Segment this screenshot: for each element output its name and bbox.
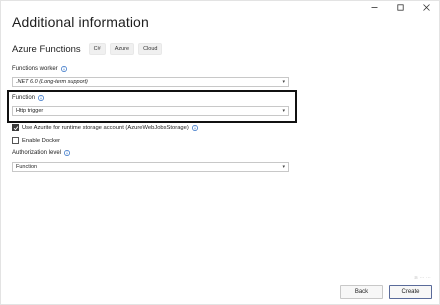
tag-project-type: Cloud bbox=[138, 43, 163, 55]
authorization-level-value: Function bbox=[16, 164, 38, 170]
enable-docker-row[interactable]: Enable Docker bbox=[12, 137, 60, 144]
info-icon[interactable] bbox=[191, 124, 198, 131]
minimize-button[interactable] bbox=[361, 1, 387, 13]
chevron-down-icon: ▾ bbox=[282, 164, 285, 170]
window-controls bbox=[361, 1, 439, 15]
watermark: ≳ ⋯ ⋯ bbox=[414, 275, 431, 281]
authorization-level-dropdown[interactable]: Function ▾ bbox=[12, 162, 289, 172]
tag-platform: Azure bbox=[109, 43, 135, 55]
dialog-title: Additional information bbox=[12, 14, 149, 30]
functions-worker-label: Functions worker bbox=[12, 66, 58, 72]
minimize-icon bbox=[371, 6, 377, 8]
tag-language: C# bbox=[88, 43, 106, 55]
authorization-level-label: Authorization level bbox=[12, 150, 62, 156]
functions-worker-dropdown[interactable]: .NET 6.0 (Long-term support) ▾ bbox=[12, 77, 289, 87]
use-azurite-checkbox[interactable] bbox=[12, 124, 19, 131]
functions-worker-value: .NET 6.0 (Long-term support) bbox=[16, 79, 88, 85]
chevron-down-icon: ▾ bbox=[282, 108, 285, 114]
template-name: Azure Functions bbox=[12, 43, 81, 55]
functions-worker-label-row: Functions worker bbox=[12, 66, 67, 72]
enable-docker-checkbox[interactable] bbox=[12, 137, 19, 144]
use-azurite-row[interactable]: Use Azurite for runtime storage account … bbox=[12, 124, 198, 131]
info-icon[interactable] bbox=[60, 66, 67, 72]
checkmark-icon bbox=[13, 125, 18, 130]
create-button[interactable]: Create bbox=[389, 285, 432, 299]
chevron-down-icon: ▾ bbox=[282, 79, 285, 85]
use-azurite-label: Use Azurite for runtime storage account … bbox=[22, 124, 189, 131]
info-icon[interactable] bbox=[64, 150, 70, 156]
maximize-button[interactable] bbox=[387, 1, 413, 13]
maximize-icon bbox=[396, 3, 404, 11]
function-label-row: Function bbox=[12, 95, 44, 101]
function-dropdown[interactable]: Http trigger ▾ bbox=[12, 106, 289, 116]
close-button[interactable] bbox=[413, 1, 439, 13]
back-button[interactable]: Back bbox=[340, 285, 383, 299]
authorization-level-label-row: Authorization level bbox=[12, 150, 70, 156]
function-label: Function bbox=[12, 95, 36, 101]
close-icon bbox=[422, 3, 430, 11]
info-icon[interactable] bbox=[38, 95, 44, 101]
enable-docker-label: Enable Docker bbox=[22, 137, 61, 144]
function-value: Http trigger bbox=[16, 108, 44, 114]
dialog-window: Additional information Azure Functions C… bbox=[0, 0, 440, 305]
template-header: Azure Functions C# Azure Cloud bbox=[12, 43, 166, 55]
